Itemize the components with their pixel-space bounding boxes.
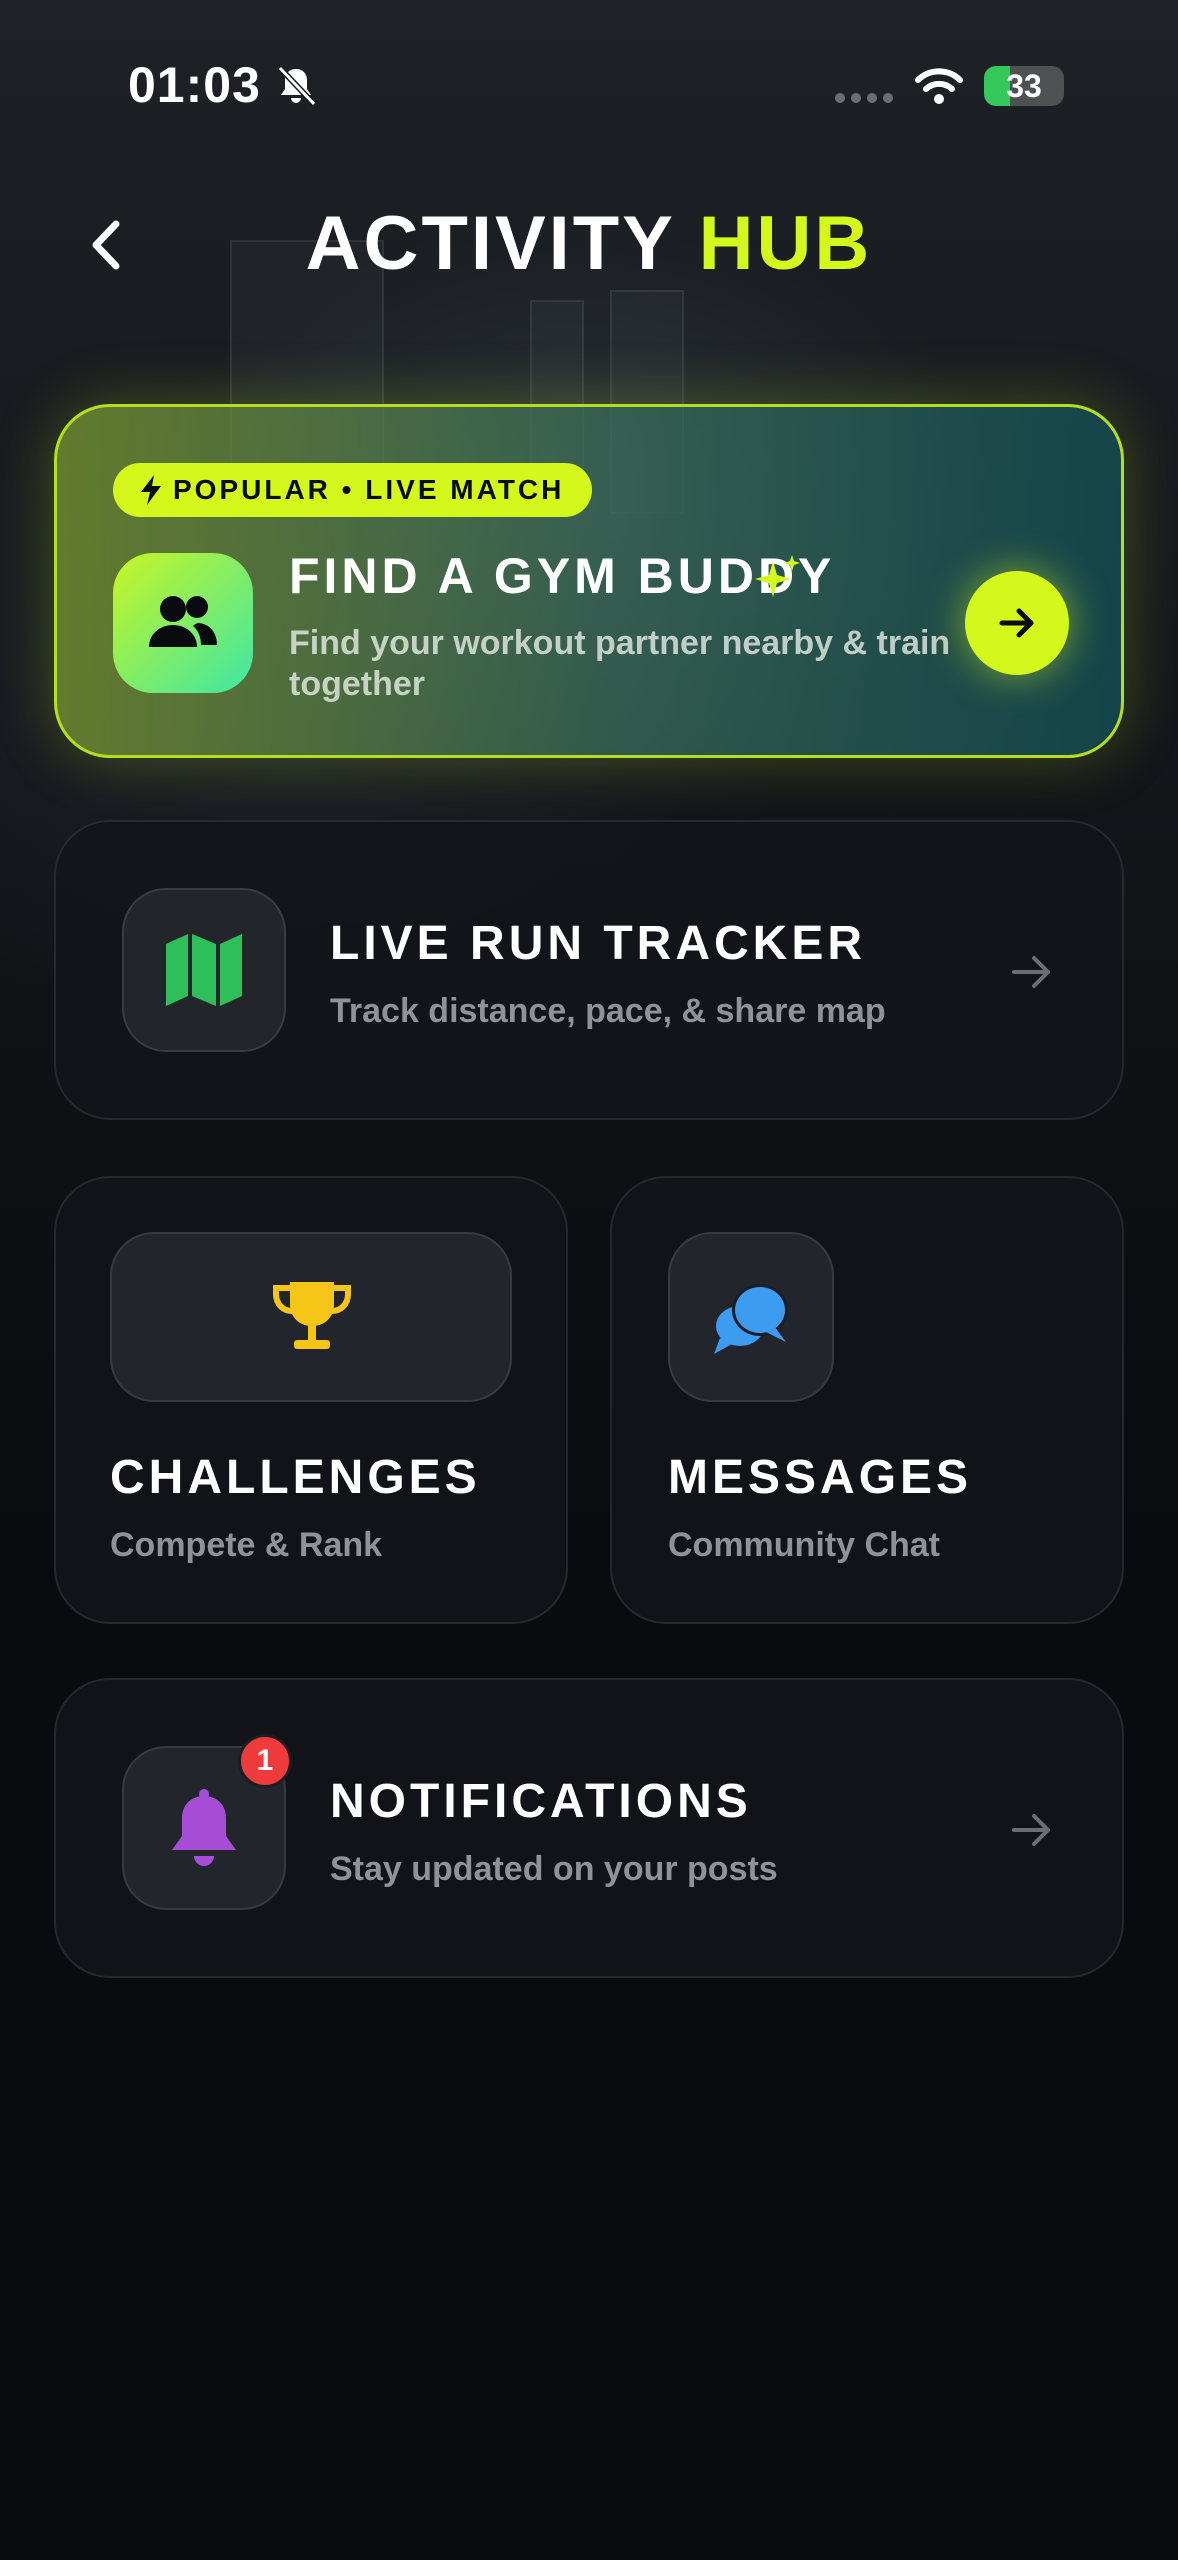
challenges-icon-tile xyxy=(110,1232,512,1402)
battery-text: 33 xyxy=(1006,68,1042,104)
sparkles-icon xyxy=(755,555,800,597)
arrow-right-icon xyxy=(999,608,1034,638)
status-bar: 01:03 33 xyxy=(0,0,1178,170)
challenges-subtitle: Compete & Rank xyxy=(110,1526,383,1564)
arrow-right-icon xyxy=(1012,956,1050,988)
page-title-main: ACTIVITY xyxy=(305,201,675,286)
popular-badge: POPULAR • LIVE MATCH xyxy=(113,463,593,517)
lightning-icon xyxy=(141,475,161,505)
challenges-card[interactable]: CHALLENGES Compete & Rank xyxy=(54,1176,568,1624)
bell-off-icon xyxy=(277,65,317,107)
battery-indicator: 33 xyxy=(984,66,1064,106)
popular-badge-label: POPULAR • LIVE MATCH xyxy=(173,474,565,505)
status-time: 01:03 xyxy=(128,57,261,113)
map-icon xyxy=(166,934,242,1006)
chat-bubbles-icon xyxy=(714,1284,788,1354)
messages-card[interactable]: MESSAGES Community Chat xyxy=(610,1176,1124,1624)
find-buddy-arrow-button[interactable] xyxy=(965,571,1069,675)
run-tracker-subtitle: Track distance, pace, & share map xyxy=(330,992,886,1030)
page-title: ACTIVITY HUB xyxy=(0,200,1178,287)
messages-title: MESSAGES xyxy=(668,1451,973,1504)
run-tracker-title: LIVE RUN TRACKER xyxy=(330,917,867,970)
notifications-card[interactable]: NOTIFICATIONS Stay updated on your posts xyxy=(54,1678,1124,1978)
notification-count-badge: 1 xyxy=(238,1734,292,1788)
arrow-right-icon xyxy=(1012,1814,1050,1846)
trophy-icon xyxy=(273,1282,351,1349)
cellular-signal-icon xyxy=(835,93,893,103)
bell-icon xyxy=(172,1789,236,1866)
hero-subtitle: Find your workout partner nearby & train… xyxy=(289,624,951,703)
notifications-title: NOTIFICATIONS xyxy=(330,1775,752,1828)
messages-subtitle: Community Chat xyxy=(668,1526,940,1564)
notifications-subtitle: Stay updated on your posts xyxy=(330,1850,778,1888)
page-title-accent: HUB xyxy=(698,201,873,286)
live-run-tracker-card[interactable]: LIVE RUN TRACKER Track distance, pace, &… xyxy=(54,820,1124,1120)
messages-icon-tile xyxy=(668,1232,834,1402)
find-gym-buddy-card[interactable]: POPULAR • LIVE MATCH FIND A GYM BUDDY Fi… xyxy=(54,404,1124,758)
challenges-title: CHALLENGES xyxy=(110,1451,481,1504)
hero-icon-tile xyxy=(113,553,253,693)
wifi-icon xyxy=(915,68,963,104)
people-icon xyxy=(149,596,217,647)
run-tracker-icon-tile xyxy=(122,888,286,1052)
